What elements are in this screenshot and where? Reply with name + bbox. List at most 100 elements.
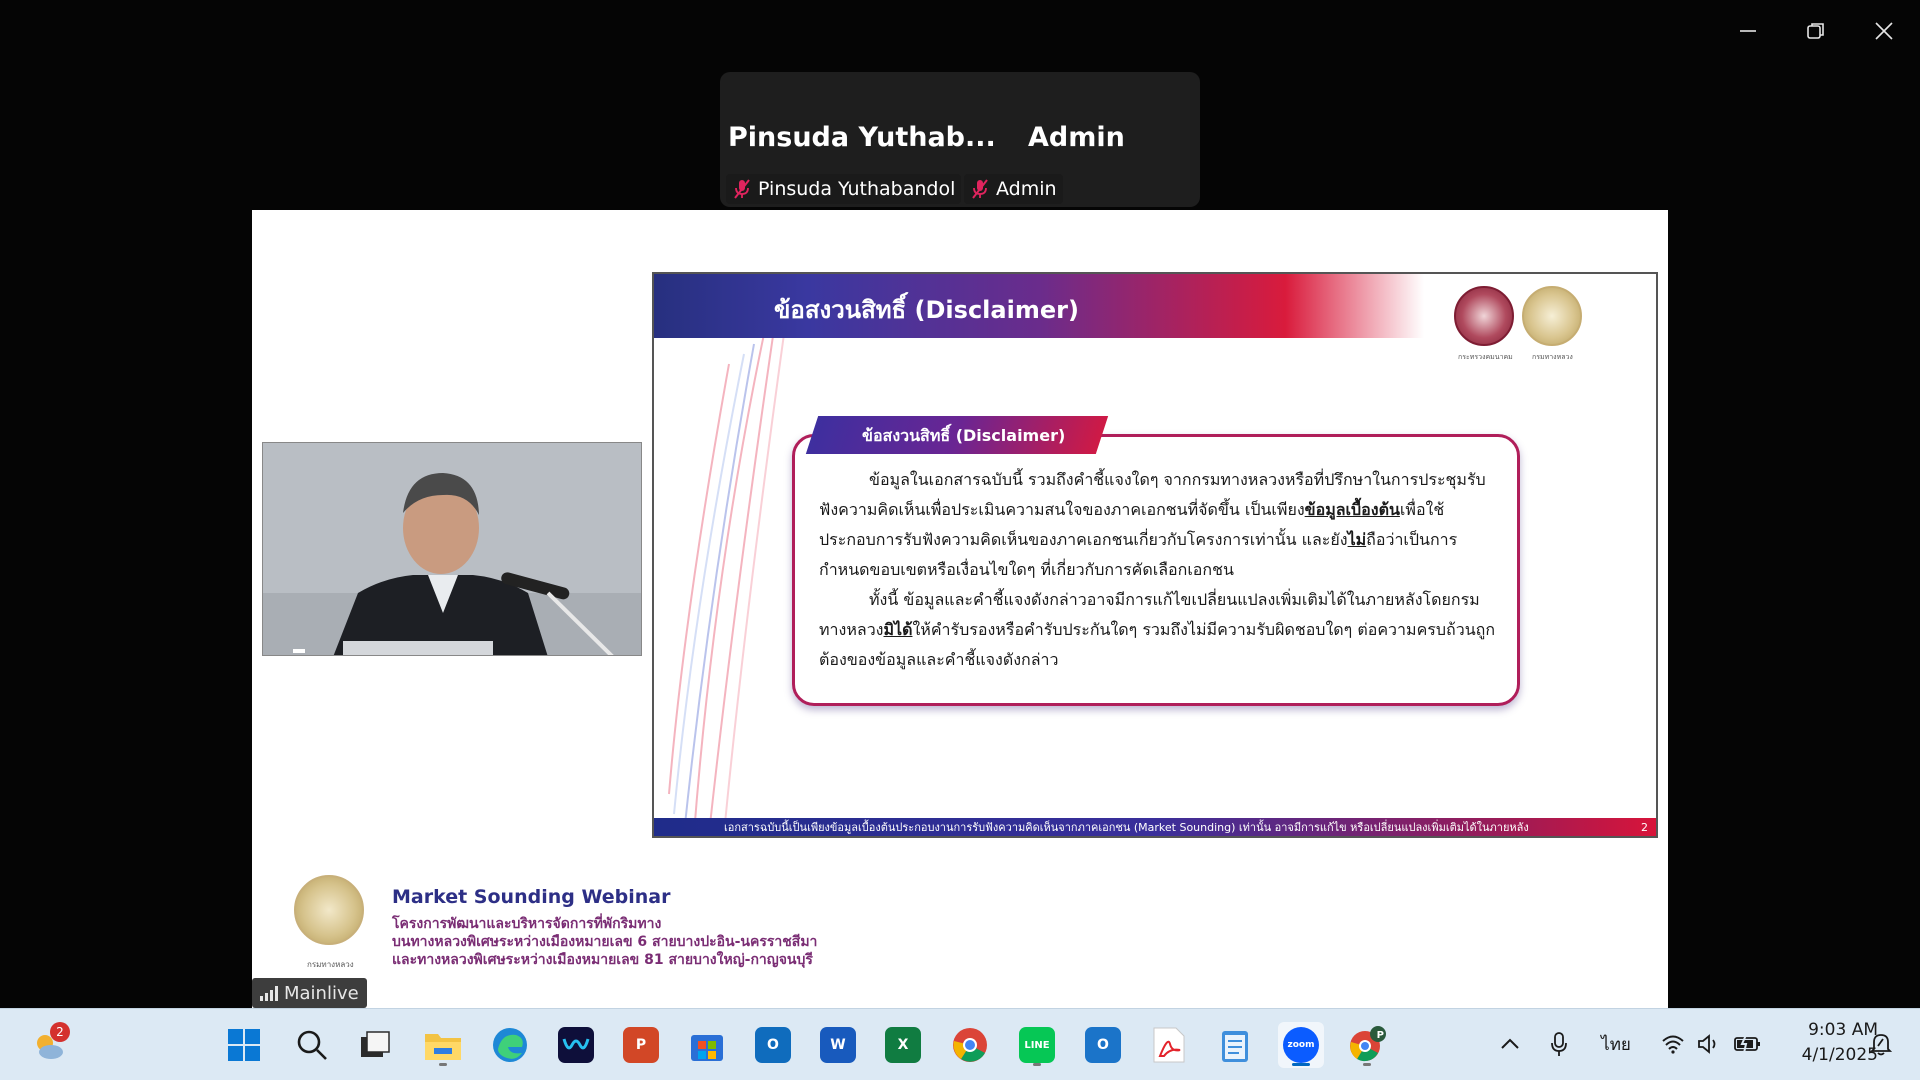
participant-tag-label: Pinsuda Yuthabandol (758, 178, 956, 200)
disclaimer-emphasis: ข้อมูลเบื้องต้น (1304, 500, 1400, 519)
disclaimer-paragraph: ทั้งนี้ ข้อมูลและคำชี้แจงดังกล่าวอาจมีกา… (819, 585, 1499, 675)
clock-time: 9:03 AM (1808, 1020, 1878, 1040)
participant-name-tag: Admin (964, 174, 1063, 204)
windows-logo-icon (228, 1029, 260, 1061)
participant-display-name: Pinsuda Yuthab... (728, 122, 996, 153)
word-icon: W (820, 1027, 856, 1063)
taskbar-clock[interactable]: 9:03 AM 4/1/2025 (1778, 1018, 1878, 1068)
outlook-icon: O (755, 1027, 791, 1063)
acrobat-button[interactable] (1146, 1022, 1192, 1068)
disclaimer-text-part: ให้คำรับรองหรือคำรับประกันใดๆ รวมถึงไม่ม… (819, 620, 1495, 669)
webinar-subtitle-line: และทางหลวงพิเศษระหว่างเมืองหมายเลข 81 สา… (392, 952, 813, 968)
microsoft-store-button[interactable] (684, 1022, 730, 1068)
close-icon (1875, 22, 1893, 40)
notification-bell-icon (1870, 1034, 1892, 1056)
disclaimer-text: ข้อมูลในเอกสารฉบับนี้ รวมถึงคำชี้แจงใดๆ … (819, 465, 1499, 675)
task-view-button[interactable] (352, 1022, 398, 1068)
active-indicator (1292, 1063, 1310, 1066)
edge-button[interactable] (487, 1022, 533, 1068)
volume-icon (1698, 1034, 1716, 1054)
active-speaker-label: Mainlive (252, 978, 367, 1008)
weather-widget[interactable]: 2 (26, 1022, 72, 1068)
chrome-profile-badge: P (1376, 1030, 1384, 1041)
line-button[interactable]: LINE (1014, 1022, 1060, 1068)
department-logo-caption: กรมทางหลวง (307, 960, 354, 969)
file-explorer-button[interactable] (420, 1022, 466, 1068)
excel-icon: X (885, 1027, 921, 1063)
clock-date: 4/1/2025 (1801, 1045, 1878, 1065)
powerpoint-button[interactable]: P (618, 1022, 664, 1068)
line-icon: LINE (1019, 1027, 1055, 1063)
department-seal-icon (1522, 286, 1582, 346)
weather-badge: 2 (50, 1022, 70, 1042)
active-speaker-name: Mainlive (284, 982, 359, 1004)
word-button[interactable]: W (815, 1022, 861, 1068)
minimize-icon (1740, 30, 1756, 32)
show-hidden-icons-button[interactable] (1492, 1008, 1528, 1080)
close-button[interactable] (1864, 14, 1904, 48)
slide-title: ข้อสงวนสิทธิ์ (Disclaimer) (774, 296, 1079, 324)
restore-icon (1807, 23, 1824, 39)
presentation-slide: ข้อสงวนสิทธิ์ (Disclaimer) กระทรวงคมนาคม… (652, 272, 1658, 838)
outlook-new-icon: O (1085, 1027, 1121, 1063)
wifi-icon (1662, 1035, 1684, 1054)
signal-bars-icon (260, 985, 278, 1001)
language-label: ไทย (1601, 1034, 1631, 1055)
network-volume-battery-button[interactable] (1656, 1008, 1766, 1080)
excel-button[interactable]: X (880, 1022, 926, 1068)
webex-icon (558, 1027, 594, 1063)
participant-strip: Pinsuda Yuthab... Pinsuda Yuthabandol Ad… (720, 72, 1200, 207)
slide-footer-text: เอกสารฉบับนี้เป็นเพียงข้อมูลเบื้องต้นประ… (724, 821, 1529, 834)
zoom-button[interactable]: zoom (1278, 1022, 1324, 1068)
language-indicator[interactable]: ไทย (1596, 1008, 1636, 1080)
chevron-up-icon (1501, 1038, 1519, 1049)
notepad-button[interactable] (1212, 1022, 1258, 1068)
card-tab-label: ข้อสงวนสิทธิ์ (Disclaimer) (862, 426, 1066, 445)
battery-charging-icon (1734, 1034, 1760, 1054)
running-indicator (1363, 1063, 1371, 1066)
ministry-seal-caption: กระทรวงคมนาคม (1458, 353, 1513, 361)
zoom-icon: zoom (1283, 1027, 1319, 1063)
slide-page-number: 2 (1641, 820, 1648, 834)
webex-button[interactable] (553, 1022, 599, 1068)
disclaimer-card: ข้อมูลในเอกสารฉบับนี้ รวมถึงคำชี้แจงใดๆ … (792, 434, 1520, 706)
presenter-image (263, 443, 641, 655)
department-seal-caption: กรมทางหลวง (1532, 353, 1573, 361)
powerpoint-icon: P (623, 1027, 659, 1063)
running-indicator (1033, 1063, 1041, 1066)
participant-tile[interactable]: Pinsuda Yuthab... Pinsuda Yuthabandol (720, 72, 996, 207)
microsoft-store-icon (691, 1035, 723, 1061)
participant-tag-label: Admin (996, 178, 1057, 200)
search-button[interactable] (289, 1022, 335, 1068)
chrome-button[interactable] (947, 1022, 993, 1068)
ministry-seal-icon (1454, 286, 1514, 346)
slide-footer: เอกสารฉบับนี้เป็นเพียงข้อมูลเบื้องต้นประ… (654, 818, 1656, 836)
minimize-button[interactable] (1728, 14, 1768, 48)
notepad-icon (1222, 1031, 1248, 1062)
chrome-profile-button[interactable]: P (1344, 1022, 1390, 1068)
shared-screen: ข้อสงวนสิทธิ์ (Disclaimer) กระทรวงคมนาคม… (252, 210, 1668, 1008)
webinar-title: Market Sounding Webinar (392, 886, 671, 908)
presenter-video (262, 442, 642, 656)
zoom-meeting-window: Pinsuda Yuthab... Pinsuda Yuthabandol Ad… (0, 0, 1920, 1080)
task-view-icon (361, 1031, 390, 1057)
start-button[interactable] (221, 1022, 267, 1068)
disclaimer-emphasis: มิได้ (883, 620, 913, 639)
outlook-button[interactable]: O (750, 1022, 796, 1068)
search-icon (297, 1030, 327, 1060)
outlook-new-button[interactable]: O (1080, 1022, 1126, 1068)
notifications-button[interactable] (1864, 1008, 1898, 1080)
chrome-icon (953, 1028, 987, 1062)
disclaimer-emphasis: ไม่ (1347, 530, 1367, 549)
microphone-tray-button[interactable] (1542, 1008, 1576, 1080)
disclaimer-paragraph: ข้อมูลในเอกสารฉบับนี้ รวมถึงคำชี้แจงใดๆ … (819, 465, 1499, 585)
acrobat-icon (1153, 1027, 1185, 1063)
participant-name-tag: Pinsuda Yuthabandol (726, 174, 962, 204)
running-indicator (439, 1063, 447, 1066)
participant-tile[interactable]: Admin Admin (960, 72, 1200, 207)
file-explorer-icon (425, 1034, 461, 1060)
edge-icon (493, 1028, 527, 1062)
restore-button[interactable] (1796, 14, 1836, 48)
mic-muted-icon (972, 179, 988, 199)
participant-display-name: Admin (1028, 122, 1125, 153)
